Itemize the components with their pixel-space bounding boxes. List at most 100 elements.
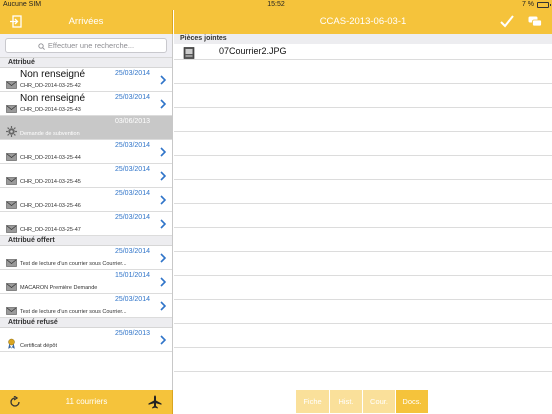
app-window: Aucune SIM 15:52 7 % Arrivées CCAS-2013-… xyxy=(0,0,552,414)
mail-reference: Demande de subvention xyxy=(20,131,80,137)
mail-date: 15/01/2014 xyxy=(114,272,150,279)
mail-date: 25/03/2014 xyxy=(114,190,150,197)
mail-reference: Test de lecture d'un courrier sous Courr… xyxy=(20,261,127,267)
detail-pane: Pièces jointes 07Courrier2.JPG xyxy=(174,34,552,390)
chevron-right-icon xyxy=(160,195,166,205)
mail-list-item[interactable]: Certificat dépôt 25/09/2013 xyxy=(0,328,172,352)
empty-row xyxy=(174,276,552,300)
clock-label: 15:52 xyxy=(267,1,285,8)
empty-row xyxy=(174,204,552,228)
file-icon xyxy=(183,47,195,59)
chat-icon[interactable] xyxy=(528,16,542,28)
mail-date: 25/03/2014 xyxy=(114,248,150,255)
document-title: CCAS-2013-06-03-1 xyxy=(319,16,407,27)
mail-date: 25/03/2014 xyxy=(114,70,150,77)
empty-row xyxy=(174,84,552,108)
chevron-right-icon xyxy=(160,99,166,109)
chevron-right-icon xyxy=(160,277,166,287)
chevron-right-icon xyxy=(160,171,166,181)
search-input[interactable]: Effectuer une recherche... xyxy=(5,38,167,53)
empty-row xyxy=(174,300,552,324)
detail-toolbar: Fiche Hist. Cour. Docs. xyxy=(174,390,552,414)
mail-reference: Test de lecture d'un courrier sous Courr… xyxy=(20,309,127,315)
empty-row xyxy=(174,348,552,372)
mail-reference: CHR_DD-2014-03-25-43 xyxy=(20,107,81,113)
mail-date: 25/03/2014 xyxy=(114,142,150,149)
empty-row xyxy=(174,132,552,156)
mail-date: 25/03/2014 xyxy=(114,296,150,303)
mail-icon xyxy=(6,254,17,267)
mail-reference: CHR_DD-2014-03-25-45 xyxy=(20,179,81,185)
left-toolbar: 11 courriers xyxy=(0,390,173,414)
mail-reference: Certificat dépôt xyxy=(20,343,57,349)
mail-icon xyxy=(6,172,17,185)
mail-title: Non renseigné xyxy=(20,93,86,104)
section-header: Attribué xyxy=(0,58,172,68)
mail-list-item[interactable]: Non renseigné CHR_DD-2014-03-25-42 25/03/2… xyxy=(0,68,172,92)
tab-historique[interactable]: Hist. xyxy=(330,390,362,413)
mail-reference: CHR_DD-2014-03-25-47 xyxy=(20,227,81,233)
chevron-right-icon xyxy=(160,75,166,85)
mail-list-item[interactable]: Demande de subvention 03/06/2013 xyxy=(0,116,172,140)
chevron-right-icon xyxy=(160,219,166,229)
mail-icon xyxy=(6,100,17,113)
mail-list-item[interactable]: CHR_DD-2014-03-25-45 25/03/2014 xyxy=(0,164,172,188)
search-placeholder: Effectuer une recherche... xyxy=(47,41,135,50)
mail-title: Non renseigné xyxy=(20,69,86,80)
mail-date: 25/03/2014 xyxy=(114,166,150,173)
mail-list: Attribué Non renseigné CHR_DD-2014-03-25-4… xyxy=(0,58,172,352)
mail-icon xyxy=(6,148,17,161)
chevron-right-icon xyxy=(160,147,166,157)
chevron-right-icon xyxy=(160,335,166,345)
empty-row xyxy=(174,108,552,132)
mail-date: 25/03/2014 xyxy=(114,94,150,101)
mail-icon xyxy=(6,302,17,315)
mail-icon xyxy=(6,76,17,89)
empty-row xyxy=(174,156,552,180)
airplane-icon[interactable] xyxy=(148,395,162,409)
search-icon xyxy=(38,42,45,50)
search-bar: Effectuer une recherche... xyxy=(0,34,172,58)
mail-date: 25/03/2014 xyxy=(114,214,150,221)
status-bar: Aucune SIM 15:52 7 % xyxy=(0,0,552,10)
attachment-name: 07Courrier2.JPG xyxy=(219,46,287,56)
mail-icon xyxy=(6,220,17,233)
left-nav-title: Arrivées xyxy=(68,16,104,27)
mail-list-item[interactable]: CHR_DD-2014-03-25-47 25/03/2014 xyxy=(0,212,172,236)
check-icon[interactable] xyxy=(500,15,514,28)
battery-label: 7 % xyxy=(521,1,534,8)
mail-list-item[interactable]: Non renseigné CHR_DD-2014-03-25-43 25/03/2… xyxy=(0,92,172,116)
tab-documents[interactable]: Docs. xyxy=(396,390,428,413)
empty-row xyxy=(174,60,552,84)
empty-row xyxy=(174,324,552,348)
attachments-header: Pièces jointes xyxy=(174,34,552,44)
empty-row xyxy=(174,180,552,204)
gear-icon xyxy=(6,124,17,137)
empty-row xyxy=(174,228,552,252)
mail-icon xyxy=(6,278,17,291)
mail-list-item[interactable]: CHR_DD-2014-03-25-46 25/03/2014 xyxy=(0,188,172,212)
chevron-right-icon xyxy=(160,253,166,263)
attachment-empty-area xyxy=(174,60,552,372)
tab-courrier[interactable]: Cour. xyxy=(363,390,395,413)
mail-reference: MACARON Première Demande xyxy=(20,285,98,291)
mail-list-pane: Effectuer une recherche... Attribué Non r… xyxy=(0,34,173,390)
mail-list-item[interactable]: Test de lecture d'un courrier sous Courr… xyxy=(0,246,172,270)
mail-list-item[interactable]: CHR_DD-2014-03-25-44 25/03/2014 xyxy=(0,140,172,164)
section-header: Attribué offert xyxy=(0,236,172,246)
mail-reference: CHR_DD-2014-03-25-42 xyxy=(20,83,81,89)
certificate-icon xyxy=(6,336,17,349)
mail-date: 25/09/2013 xyxy=(114,330,150,337)
section-header: Attribué refusé xyxy=(0,318,172,328)
mail-list-item[interactable]: MACARON Première Demande 15/01/2014 xyxy=(0,270,172,294)
chevron-right-icon xyxy=(160,301,166,311)
mail-reference: CHR_DD-2014-03-25-46 xyxy=(20,203,81,209)
left-navbar: Arrivées xyxy=(0,10,173,34)
mail-list-item[interactable]: Test de lecture d'un courrier sous Courr… xyxy=(0,294,172,318)
attachment-row[interactable]: 07Courrier2.JPG xyxy=(174,44,552,60)
mail-date: 03/06/2013 xyxy=(114,118,150,125)
mail-icon xyxy=(6,196,17,209)
mail-reference: CHR_DD-2014-03-25-44 xyxy=(20,155,81,161)
right-navbar: CCAS-2013-06-03-1 xyxy=(174,10,552,34)
tab-fiche[interactable]: Fiche xyxy=(296,390,329,413)
